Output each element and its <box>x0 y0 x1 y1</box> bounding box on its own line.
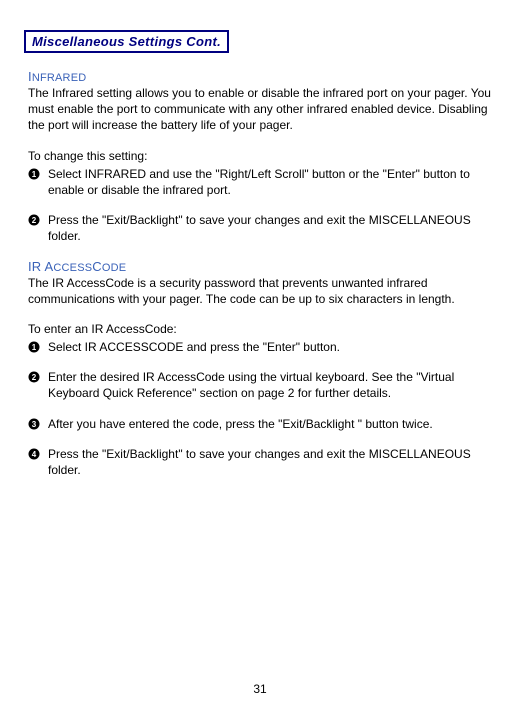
accesscode-step-4: 4 Press the "Exit/Backlight" to save you… <box>28 446 492 478</box>
step-text: Press the "Exit/Backlight" to save your … <box>48 446 492 478</box>
numbered-bullet-4-icon: 4 <box>28 448 40 460</box>
step-text: After you have entered the code, press t… <box>48 416 433 432</box>
section-title-accesscode: IR ACCESSCODE <box>28 259 492 274</box>
numbered-bullet-3-icon: 3 <box>28 418 40 430</box>
accesscode-step-1: 1 Select IR ACCESSCODE and press the "En… <box>28 339 492 355</box>
accesscode-step-2: 2 Enter the desired IR AccessCode using … <box>28 369 492 401</box>
heading-title: Miscellaneous Settings Cont. <box>32 34 221 49</box>
step-text: Enter the desired IR AccessCode using th… <box>48 369 492 401</box>
infrared-step-2: 2 Press the "Exit/Backlight" to save you… <box>28 212 492 244</box>
numbered-bullet-1-icon: 1 <box>28 341 40 353</box>
svg-text:1: 1 <box>32 343 37 352</box>
accesscode-lead: To enter an IR AccessCode: <box>28 321 492 337</box>
accesscode-step-3: 3 After you have entered the code, press… <box>28 416 492 432</box>
step-text: Select INFRARED and use the "Right/Left … <box>48 166 492 198</box>
infrared-description: The Infrared setting allows you to enabl… <box>28 85 492 134</box>
accesscode-description: The IR AccessCode is a security password… <box>28 275 492 307</box>
numbered-bullet-2-icon: 2 <box>28 371 40 383</box>
heading-border: Miscellaneous Settings Cont. <box>24 30 229 53</box>
page-number: 31 <box>0 682 520 696</box>
infrared-step-1: 1 Select INFRARED and use the "Right/Lef… <box>28 166 492 198</box>
numbered-bullet-1-icon: 1 <box>28 168 40 180</box>
svg-text:2: 2 <box>32 373 37 382</box>
step-text: Select IR ACCESSCODE and press the "Ente… <box>48 339 340 355</box>
svg-text:3: 3 <box>32 420 37 429</box>
heading-box: Miscellaneous Settings Cont. <box>24 30 324 53</box>
numbered-bullet-2-icon: 2 <box>28 214 40 226</box>
body-content: INFRARED The Infrared setting allows you… <box>24 69 496 478</box>
infrared-lead: To change this setting: <box>28 148 492 164</box>
svg-text:4: 4 <box>32 450 37 459</box>
section-title-infrared: INFRARED <box>28 69 492 84</box>
svg-text:2: 2 <box>32 216 37 225</box>
step-text: Press the "Exit/Backlight" to save your … <box>48 212 492 244</box>
svg-text:1: 1 <box>32 170 37 179</box>
